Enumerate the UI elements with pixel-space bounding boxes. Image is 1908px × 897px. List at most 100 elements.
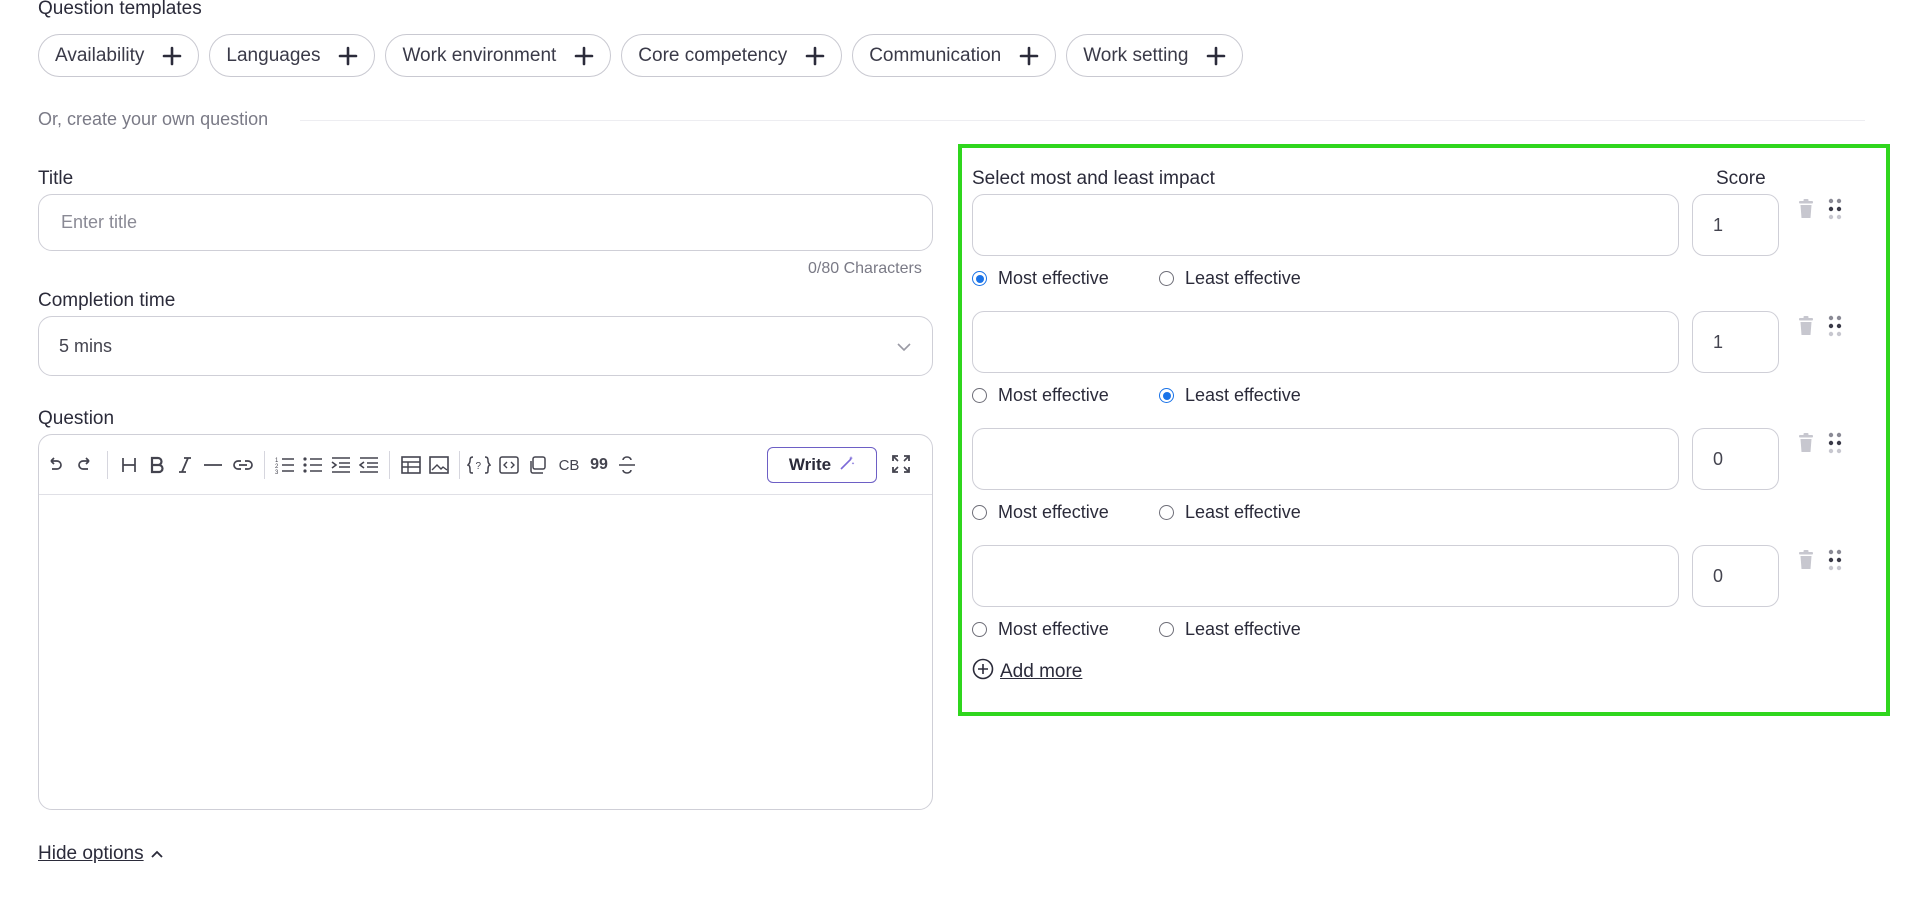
- code-block-text-button[interactable]: CB: [555, 453, 583, 477]
- score-input-1[interactable]: 1: [1692, 194, 1779, 256]
- least-effective-radio-2[interactable]: Least effective: [1159, 385, 1301, 406]
- copy-icon[interactable]: [525, 453, 549, 477]
- least-effective-radio-4[interactable]: Least effective: [1159, 619, 1301, 640]
- undo-icon[interactable]: [43, 453, 67, 477]
- plus-icon: [1206, 46, 1226, 66]
- code-block-icon[interactable]: [497, 453, 521, 477]
- radio-button[interactable]: [1159, 622, 1174, 637]
- hide-options-link[interactable]: Hide options: [38, 843, 164, 865]
- score-input-3[interactable]: 0: [1692, 428, 1779, 490]
- editor-content-area[interactable]: [39, 495, 932, 809]
- score-header: Score: [1716, 168, 1766, 189]
- completion-time-select[interactable]: 5 mins: [38, 316, 933, 376]
- divider: [300, 120, 1865, 121]
- chip-label: Work setting: [1083, 44, 1189, 66]
- most-effective-radio-3[interactable]: Most effective: [972, 502, 1109, 523]
- radio-button[interactable]: [1159, 505, 1174, 520]
- horizontal-rule-icon[interactable]: [201, 453, 225, 477]
- svg-text:?: ?: [476, 461, 482, 472]
- drag-handle-icon[interactable]: [1828, 198, 1842, 220]
- template-chip-work-setting[interactable]: Work setting: [1066, 34, 1244, 77]
- drag-handle-icon[interactable]: [1828, 315, 1842, 337]
- radio-button[interactable]: [972, 388, 987, 403]
- score-input-2[interactable]: 1: [1692, 311, 1779, 373]
- title-label: Title: [38, 168, 74, 189]
- chevron-down-icon: [896, 336, 912, 357]
- italic-icon[interactable]: [173, 453, 197, 477]
- strikethrough-icon[interactable]: [615, 453, 639, 477]
- ordered-list-icon[interactable]: 123: [273, 453, 297, 477]
- trash-icon[interactable]: [1798, 433, 1814, 453]
- most-effective-radio-4[interactable]: Most effective: [972, 619, 1109, 640]
- add-more-label: Add more: [1000, 661, 1083, 682]
- plus-icon: [1019, 46, 1039, 66]
- radio-label: Least effective: [1185, 502, 1301, 522]
- redo-icon[interactable]: [73, 453, 97, 477]
- trash-icon[interactable]: [1798, 199, 1814, 219]
- radio-button[interactable]: [1159, 388, 1174, 403]
- editor-toolbar: 123 ? CB 99 Write: [39, 435, 932, 495]
- trash-icon[interactable]: [1798, 316, 1814, 336]
- drag-handle-icon[interactable]: [1828, 549, 1842, 571]
- radio-button[interactable]: [972, 622, 987, 637]
- template-chips: Availability Languages Work environment …: [38, 34, 1244, 77]
- title-field[interactable]: [38, 194, 933, 251]
- bullet-list-icon[interactable]: [301, 453, 325, 477]
- radio-button[interactable]: [972, 505, 987, 520]
- template-chip-availability[interactable]: Availability: [38, 34, 200, 77]
- add-more-button[interactable]: Add more: [972, 658, 1082, 686]
- plus-circle-icon: [972, 658, 994, 686]
- radio-button[interactable]: [972, 271, 987, 286]
- most-effective-radio-2[interactable]: Most effective: [972, 385, 1109, 406]
- plus-icon: [574, 46, 594, 66]
- link-icon[interactable]: [231, 453, 255, 477]
- radio-label: Most effective: [998, 385, 1109, 405]
- create-own-label: Or, create your own question: [38, 109, 269, 129]
- radio-label: Least effective: [1185, 385, 1301, 405]
- most-effective-radio-1[interactable]: Most effective: [972, 268, 1109, 289]
- indent-icon[interactable]: [329, 453, 353, 477]
- bold-icon[interactable]: [145, 453, 169, 477]
- placeholder-icon[interactable]: ?: [467, 453, 491, 477]
- least-effective-radio-3[interactable]: Least effective: [1159, 502, 1301, 523]
- radio-button[interactable]: [1159, 271, 1174, 286]
- radio-label: Least effective: [1185, 619, 1301, 639]
- score-input-4[interactable]: 0: [1692, 545, 1779, 607]
- impact-heading: Select most and least impact: [972, 168, 1215, 189]
- template-chip-work-environment[interactable]: Work environment: [385, 34, 612, 77]
- chevron-up-icon: [150, 843, 164, 865]
- completion-time-label: Completion time: [38, 290, 176, 311]
- option-text-input-2[interactable]: [972, 311, 1679, 373]
- templates-heading: Question templates: [38, 0, 202, 19]
- outdent-icon[interactable]: [357, 453, 381, 477]
- heading-icon[interactable]: [117, 453, 141, 477]
- trash-icon[interactable]: [1798, 550, 1814, 570]
- plus-icon: [805, 46, 825, 66]
- svg-text:3: 3: [275, 470, 279, 474]
- chip-label: Work environment: [402, 44, 557, 66]
- write-button-label: Write: [788, 455, 832, 474]
- chip-label: Core competency: [638, 44, 788, 66]
- radio-label: Most effective: [998, 619, 1109, 639]
- title-input[interactable]: [59, 211, 912, 234]
- radio-label: Most effective: [998, 268, 1109, 288]
- write-button[interactable]: Write: [767, 447, 877, 483]
- fullscreen-icon[interactable]: [889, 452, 913, 476]
- image-icon[interactable]: [427, 453, 451, 477]
- question-label: Question: [38, 408, 115, 429]
- chip-label: Communication: [869, 44, 1002, 66]
- template-chip-languages[interactable]: Languages: [209, 34, 376, 77]
- hide-options-label: Hide options: [38, 843, 144, 864]
- option-text-input-4[interactable]: [972, 545, 1679, 607]
- plus-icon: [162, 46, 182, 66]
- template-chip-communication[interactable]: Communication: [852, 34, 1057, 77]
- quote-button[interactable]: 99: [587, 453, 611, 477]
- option-text-input-3[interactable]: [972, 428, 1679, 490]
- table-icon[interactable]: [399, 453, 423, 477]
- radio-label: Least effective: [1185, 268, 1301, 288]
- template-chip-core-competency[interactable]: Core competency: [621, 34, 843, 77]
- least-effective-radio-1[interactable]: Least effective: [1159, 268, 1301, 289]
- completion-time-value: 5 mins: [59, 335, 113, 356]
- drag-handle-icon[interactable]: [1828, 432, 1842, 454]
- option-text-input-1[interactable]: [972, 194, 1679, 256]
